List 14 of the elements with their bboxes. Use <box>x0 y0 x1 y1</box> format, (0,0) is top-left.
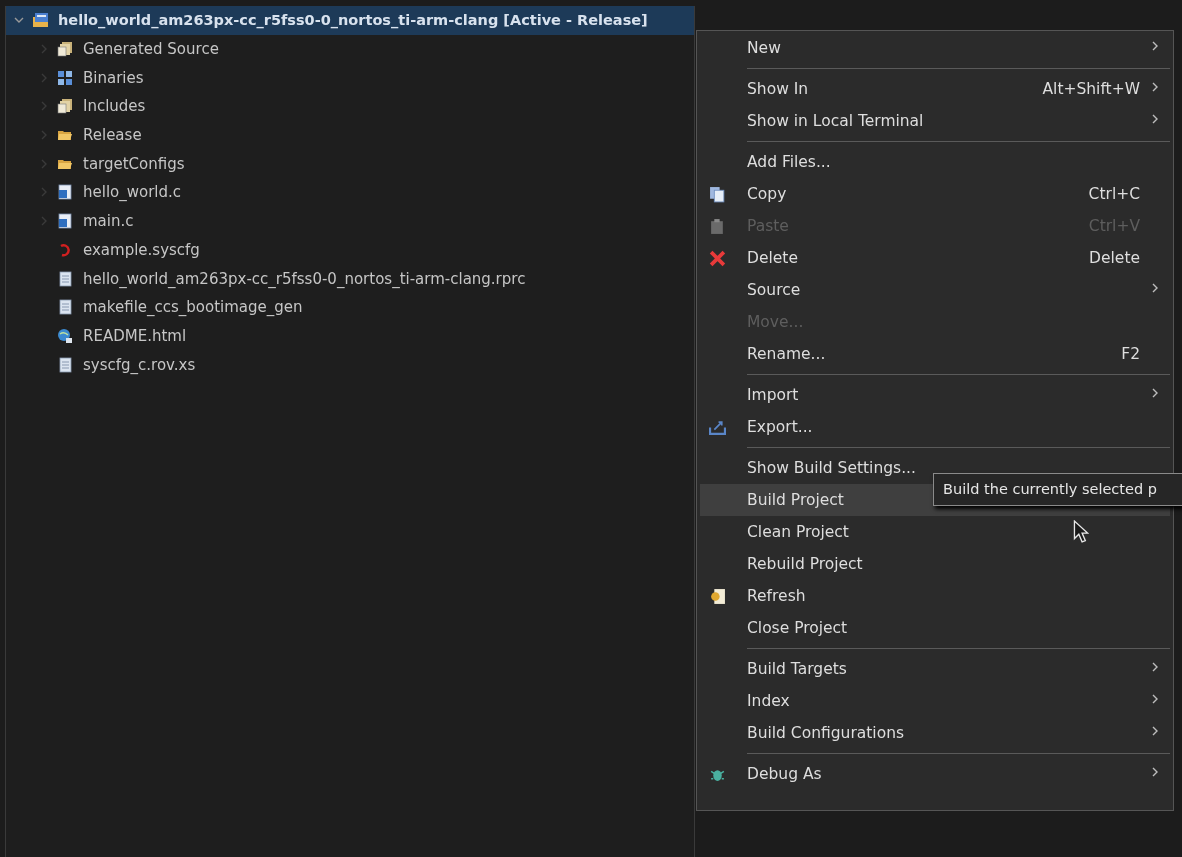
tree-item-label: example.syscfg <box>83 240 200 259</box>
tree-item-label: hello_world_am263px-cc_r5fss0-0_nortos_ti-arm-clang.rprc <box>83 269 526 288</box>
tooltip: Build the currently selected p <box>933 473 1182 506</box>
tree-item-label: README.html <box>83 326 187 345</box>
tree-item-label: Release <box>83 126 142 145</box>
tree-item-label: Generated Source <box>83 40 219 59</box>
tree-item-label: Binaries <box>83 68 144 87</box>
tree-item-label: targetConfigs <box>83 154 185 173</box>
project-name: hello_world_am263px-cc_r5fss0-0_nortos_ti-arm-clang [Active - Release] <box>58 12 648 29</box>
tree-item-label: Includes <box>83 97 146 116</box>
tree-item-label: main.c <box>83 212 134 231</box>
tree-item-label: syscfg_c.rov.xs <box>83 355 196 374</box>
tree-item-label: makefile_ccs_bootimage_gen <box>83 298 303 317</box>
tree-item-label: hello_world.c <box>83 183 182 202</box>
